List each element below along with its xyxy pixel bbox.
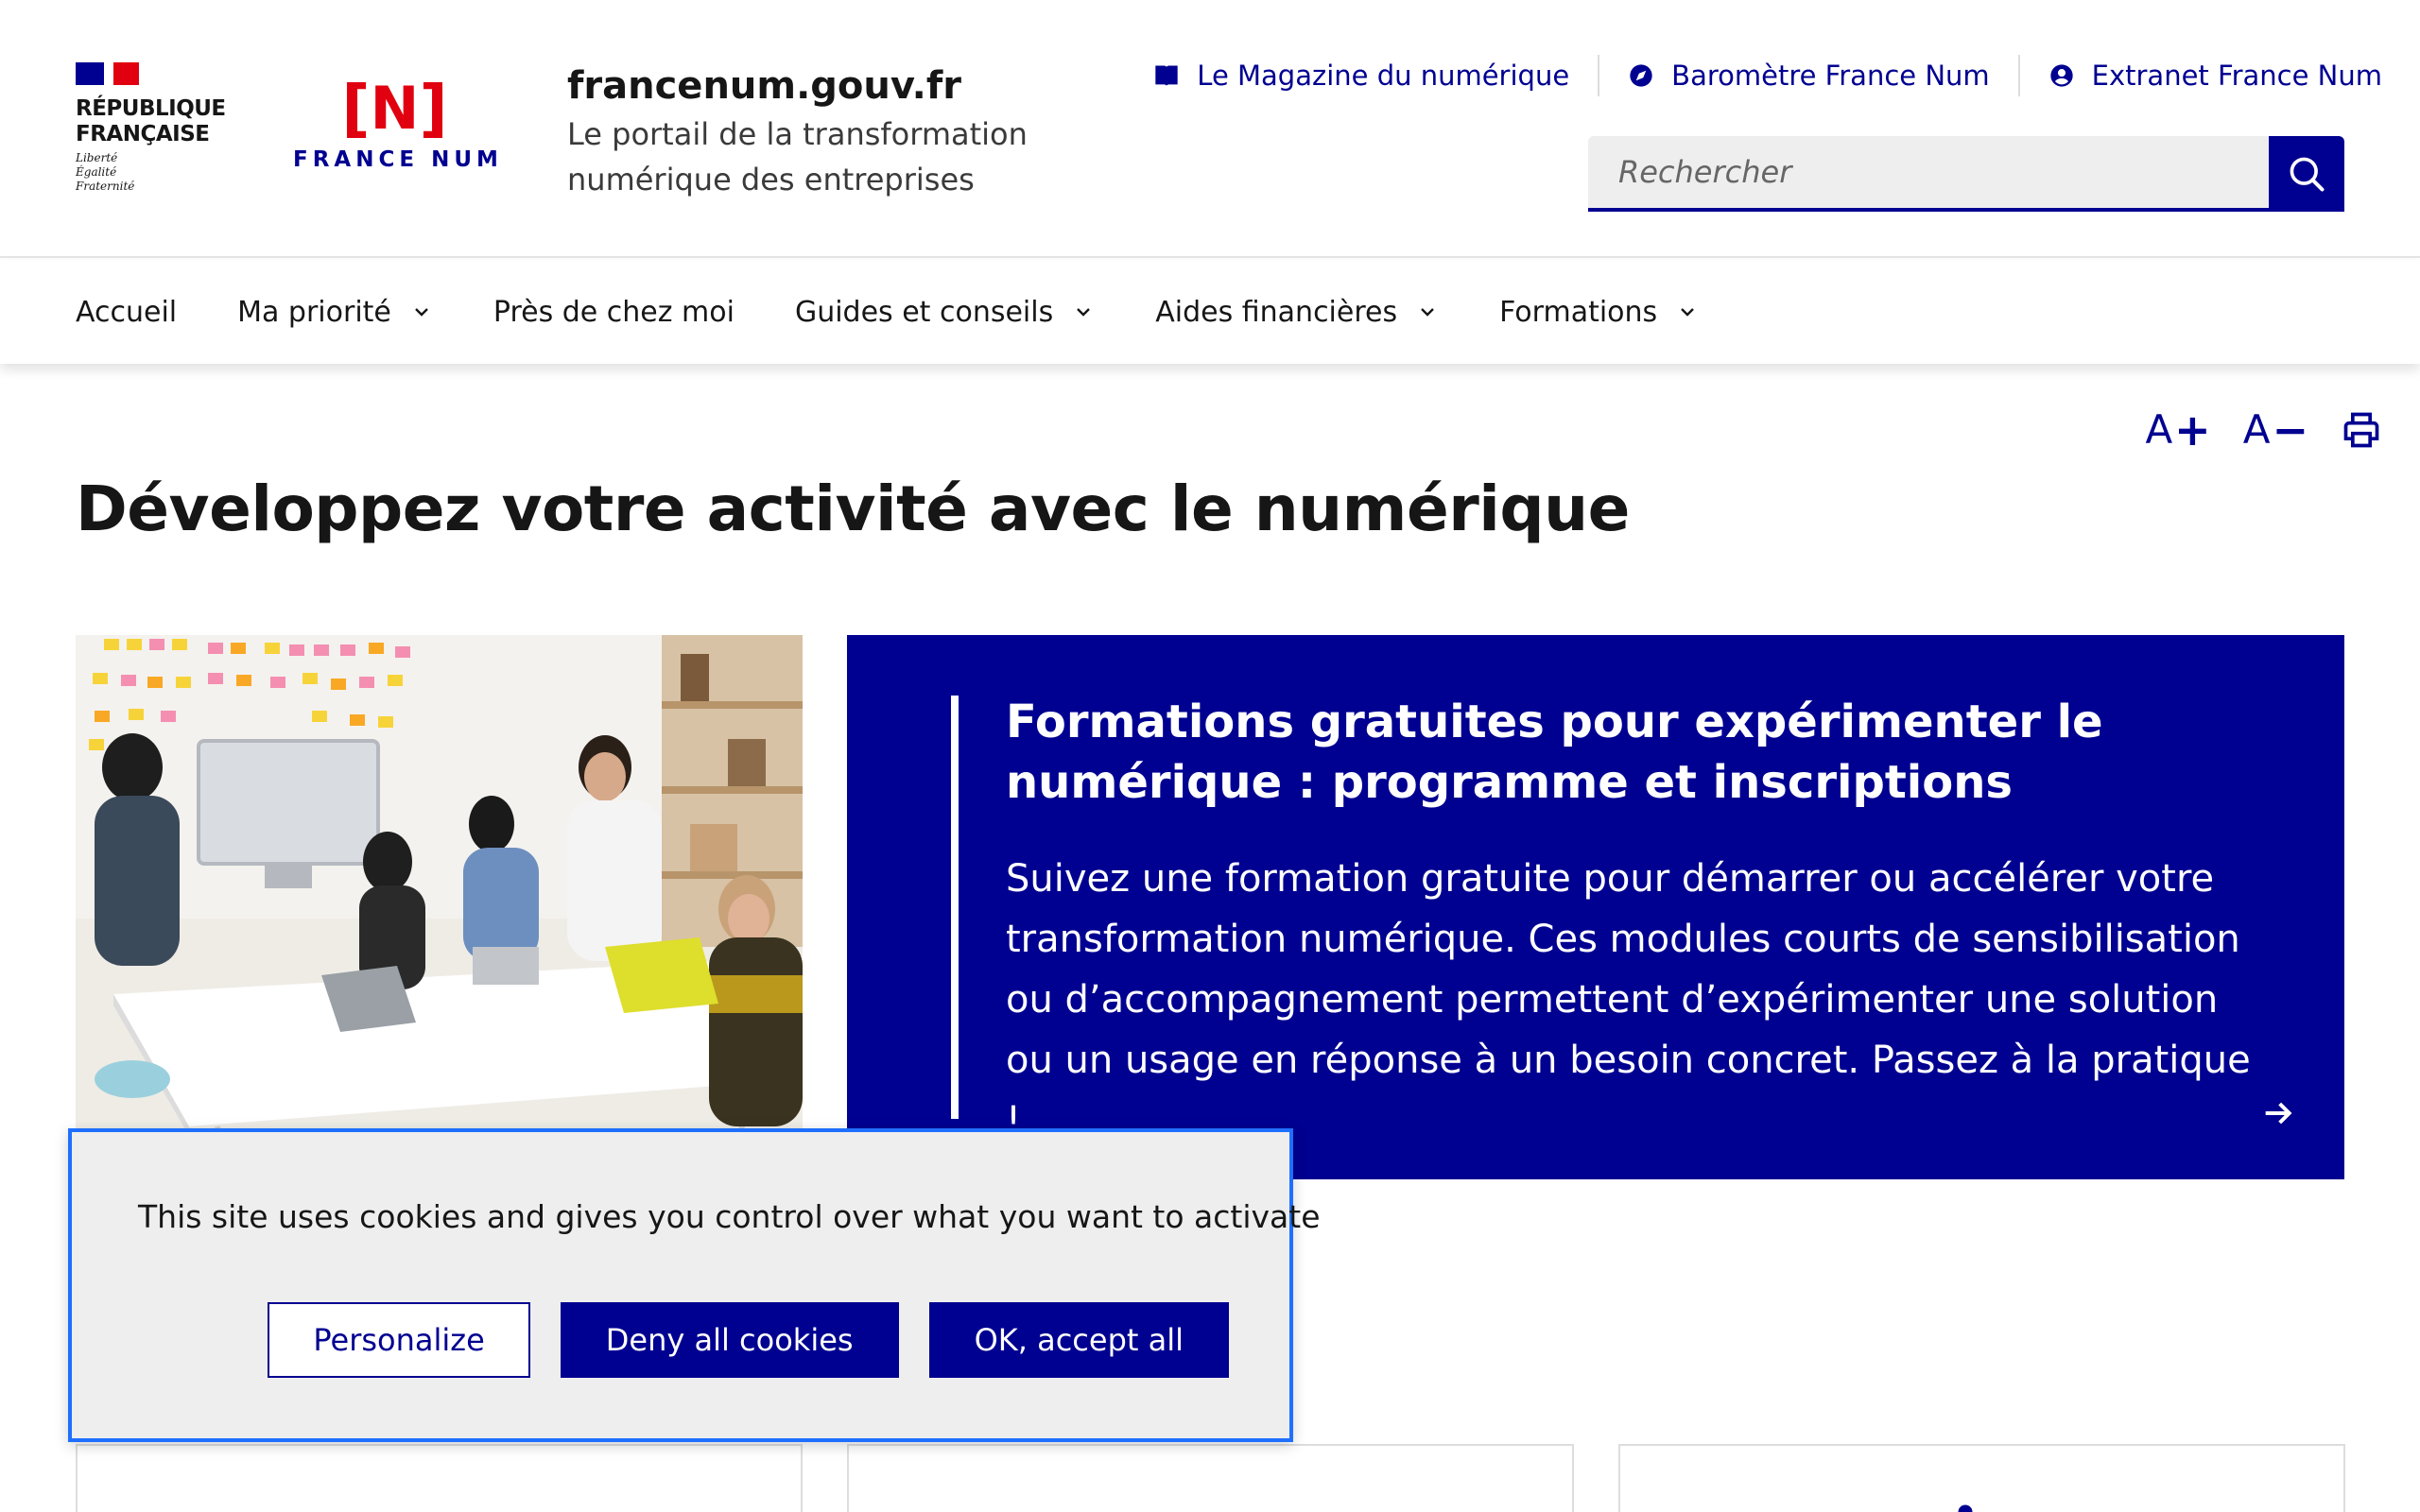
minus-icon: − bbox=[2272, 404, 2308, 455]
site-name-block[interactable]: francenum.gouv.fr Le portail de la trans… bbox=[567, 62, 1059, 202]
republique-francaise-logo[interactable]: RÉPUBLIQUE FRANÇAISE Liberté Égalité Fra… bbox=[76, 62, 227, 194]
feature-card-formations[interactable]: Formations gratuites pour expérimenter l… bbox=[847, 635, 2344, 1179]
feature-description: Suivez une formation gratuite pour démar… bbox=[1006, 857, 2251, 1143]
chevron-down-icon bbox=[1077, 308, 1091, 317]
user-icon bbox=[2049, 64, 2073, 87]
france-num-logo-mark: [N] bbox=[341, 72, 448, 145]
feature-title: Formations gratuites pour expérimenter l… bbox=[1006, 696, 2103, 809]
decrease-text-size-button[interactable]: A − bbox=[2243, 406, 2308, 454]
extranet-link[interactable]: Extranet France Num bbox=[2017, 55, 2382, 96]
deny-all-cookies-button[interactable]: Deny all cookies bbox=[560, 1302, 899, 1378]
main-navigation: Accueil Ma priorité Près de chez moi Gui… bbox=[0, 260, 2420, 364]
nav-item-ma-priorite[interactable]: Ma priorité bbox=[237, 296, 433, 329]
france-num-logo[interactable]: [N] FRANCE NUM bbox=[293, 72, 503, 173]
nav-item-label: Guides et conseils bbox=[794, 295, 1054, 329]
search-input[interactable] bbox=[1588, 136, 2269, 212]
france-num-logo-label: FRANCE NUM bbox=[293, 147, 503, 172]
search-icon bbox=[2290, 157, 2325, 192]
meeting-photo-illustration bbox=[76, 635, 803, 1181]
site-header: RÉPUBLIQUE FRANÇAISE Liberté Égalité Fra… bbox=[0, 0, 2420, 258]
nav-item-label: Accueil bbox=[76, 295, 178, 329]
accept-all-cookies-button[interactable]: OK, accept all bbox=[928, 1302, 1229, 1378]
header-tool-links: Le Magazine du numérique Baromètre Franc… bbox=[1125, 55, 2382, 96]
magazine-link[interactable]: Le Magazine du numérique bbox=[1125, 55, 1598, 96]
decrease-text-label: A bbox=[2242, 406, 2271, 453]
nav-item-label: Formations bbox=[1499, 295, 1658, 329]
content-card[interactable] bbox=[847, 1444, 1574, 1512]
barometre-link[interactable]: Baromètre France Num bbox=[1598, 55, 2017, 96]
nav-item-pres-de-chez-moi[interactable]: Près de chez moi bbox=[493, 296, 735, 329]
cookie-actions: Personalize Deny all cookies OK, accept … bbox=[268, 1302, 1229, 1378]
nav-item-label: Ma priorité bbox=[237, 295, 391, 329]
site-title: francenum.gouv.fr bbox=[567, 64, 961, 108]
search-bar bbox=[1588, 136, 2344, 212]
content-card[interactable] bbox=[1618, 1444, 2345, 1512]
republique-francaise-label: RÉPUBLIQUE FRANÇAISE bbox=[76, 96, 226, 146]
barometre-link-label: Baromètre France Num bbox=[1671, 60, 1990, 92]
magazine-link-label: Le Magazine du numérique bbox=[1197, 60, 1570, 92]
republic-motto: Liberté Égalité Fraternité bbox=[76, 151, 135, 193]
nav-item-formations[interactable]: Formations bbox=[1499, 296, 1699, 329]
quote-accent-bar bbox=[951, 696, 959, 1119]
search-button[interactable] bbox=[2269, 136, 2344, 212]
chevron-down-icon bbox=[1681, 308, 1695, 317]
nav-item-accueil[interactable]: Accueil bbox=[76, 296, 177, 329]
feature-photo-meeting bbox=[76, 635, 803, 1181]
cookie-consent-banner: This site uses cookies and gives you con… bbox=[68, 1128, 1321, 1442]
print-icon bbox=[2343, 412, 2379, 448]
print-button[interactable] bbox=[2341, 409, 2382, 451]
increase-text-label: A bbox=[2145, 406, 2173, 453]
nav-item-guides-et-conseils[interactable]: Guides et conseils bbox=[795, 296, 1095, 329]
nav-item-label: Aides financières bbox=[1155, 295, 1398, 329]
increase-text-size-button[interactable]: A + bbox=[2145, 406, 2210, 454]
site-tagline: Le portail de la transformation numériqu… bbox=[567, 116, 1028, 198]
arrow-right-icon bbox=[2265, 1102, 2292, 1125]
cookie-message: This site uses cookies and gives you con… bbox=[138, 1198, 1321, 1235]
book-icon bbox=[1155, 65, 1178, 86]
extranet-link-label: Extranet France Num bbox=[2091, 60, 2382, 92]
nav-item-label: Près de chez moi bbox=[493, 295, 735, 329]
marianne-flag-icon bbox=[76, 62, 139, 85]
chevron-down-icon bbox=[1421, 308, 1434, 317]
card-pin-icon bbox=[1958, 1504, 1973, 1512]
nav-item-aides-financieres[interactable]: Aides financières bbox=[1155, 296, 1439, 329]
compass-icon bbox=[1630, 64, 1652, 87]
page-title: Développez votre activité avec le numéri… bbox=[76, 472, 1630, 545]
page-tools: A + A − bbox=[2145, 406, 2382, 454]
plus-icon: + bbox=[2174, 404, 2211, 455]
chevron-down-icon bbox=[415, 308, 428, 317]
personalize-cookies-button[interactable]: Personalize bbox=[268, 1302, 530, 1378]
content-card[interactable] bbox=[76, 1444, 803, 1512]
